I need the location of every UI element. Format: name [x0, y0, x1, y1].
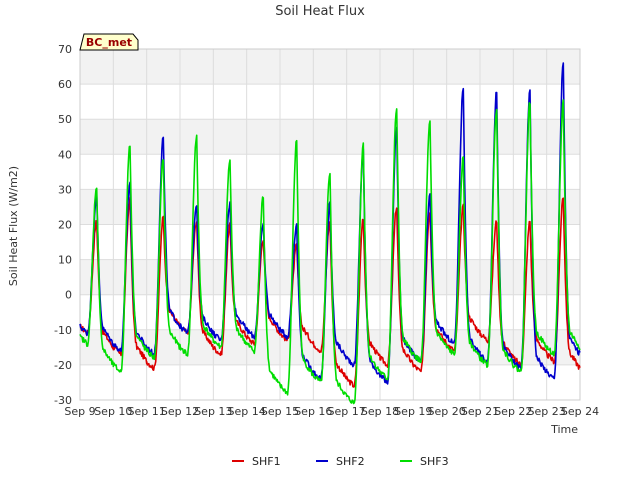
y-tick-label: -20 [54, 359, 72, 372]
y-tick-label: 50 [58, 113, 72, 126]
y-tick-label: 60 [58, 78, 72, 91]
y-tick-label: 30 [58, 183, 72, 196]
y-tick-label: -10 [54, 324, 72, 337]
soil-heat-flux-chart: Soil Heat Flux -30-20-10010203040506070 … [7, 4, 599, 468]
y-tick-label: 70 [58, 43, 72, 56]
legend: SHF1 SHF2 SHF3 [232, 455, 449, 468]
y-tick-label: 10 [58, 254, 72, 267]
legend-label: SHF2 [336, 455, 365, 468]
plot-band [80, 119, 580, 155]
y-axis-label: Soil Heat Flux (W/m2) [7, 166, 20, 286]
plot-band [80, 259, 580, 295]
station-badge: BC_met [79, 33, 139, 51]
legend-label: SHF1 [252, 455, 281, 468]
x-axis-ticks: Sep 9Sep 10Sep 11Sep 12Sep 13Sep 14Sep 1… [64, 405, 599, 418]
x-axis-label: Time [550, 423, 578, 436]
x-tick-label: Sep 9 [64, 405, 95, 418]
x-tick-label: Sep 24 [561, 405, 599, 418]
legend-label: SHF3 [420, 455, 449, 468]
y-axis-ticks: -30-20-10010203040506070 [54, 43, 72, 407]
y-tick-label: 0 [65, 289, 72, 302]
y-tick-label: 40 [58, 148, 72, 161]
plot-band [80, 49, 580, 85]
y-tick-label: 20 [58, 219, 72, 232]
chart-title: Soil Heat Flux [275, 4, 365, 19]
station-badge-label: BC_met [86, 36, 132, 49]
